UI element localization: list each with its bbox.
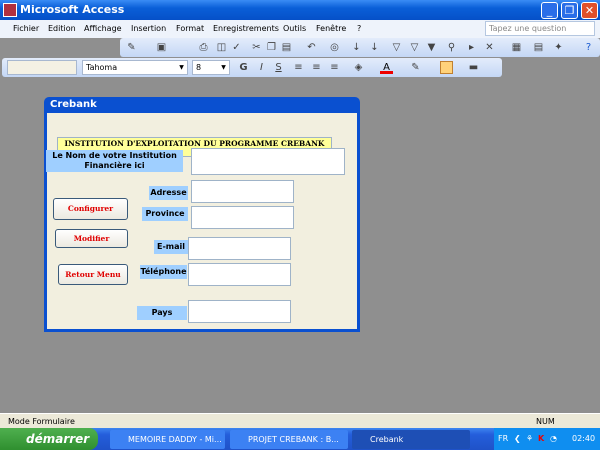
- properties-icon[interactable]: ▦: [510, 41, 523, 54]
- database-toolbar: ✎ ▣ ⎙ ◫ ✓ ✂ ❐ ▤ ↶ ◎ ↓ ↓ ▽ ▽ ▼ ⚲ ▸ ✕ ▦ ▤ …: [120, 38, 600, 57]
- fill-color-icon[interactable]: ◈: [352, 61, 365, 74]
- filter-form-icon[interactable]: ▽: [408, 41, 421, 54]
- sort-desc-icon[interactable]: ↓: [368, 41, 381, 54]
- spelling-icon[interactable]: ✓: [230, 41, 243, 54]
- line-width-icon[interactable]: ▬: [467, 61, 480, 74]
- database-window-icon[interactable]: ▤: [532, 41, 545, 54]
- status-num: NUM: [536, 417, 555, 426]
- copy-icon[interactable]: ❐: [265, 41, 278, 54]
- window-title: Microsoft Access: [20, 3, 125, 16]
- font-value: Tahoma: [86, 63, 118, 72]
- menu-fichier[interactable]: Fichier: [13, 20, 39, 38]
- menu-fenetre[interactable]: Fenêtre: [316, 20, 346, 38]
- object-select[interactable]: [7, 60, 77, 75]
- new-object-icon[interactable]: ✦: [552, 41, 565, 54]
- clock: 02:40: [572, 434, 596, 443]
- border-style-icon[interactable]: [440, 61, 453, 74]
- volume-icon: ◔: [550, 434, 557, 443]
- label-telephone: Téléphone: [140, 265, 187, 279]
- crebank-form-window: Crebank INSTITUTION D'EXPLOITATION DU PR…: [44, 97, 360, 332]
- cut-icon[interactable]: ✂: [250, 41, 263, 54]
- undo-icon[interactable]: ↶: [305, 41, 318, 54]
- italic-button[interactable]: I: [255, 61, 268, 74]
- modifier-button[interactable]: Modifier: [55, 229, 128, 248]
- label-adresse: Adresse: [149, 186, 188, 200]
- font-size-value: 8: [196, 63, 202, 72]
- menu-outils[interactable]: Outils: [283, 20, 306, 38]
- nom-institution-field[interactable]: [191, 148, 345, 175]
- menu-help[interactable]: ?: [357, 20, 361, 38]
- task-crebank[interactable]: Crebank: [352, 430, 470, 449]
- pays-field[interactable]: [188, 300, 291, 323]
- adresse-field[interactable]: [191, 180, 294, 203]
- antivirus-icon: K: [538, 434, 545, 443]
- filter-selection-icon[interactable]: ▽: [390, 41, 403, 54]
- delete-record-icon[interactable]: ✕: [483, 41, 496, 54]
- configurer-button[interactable]: Configurer: [53, 198, 128, 220]
- network-icon: ⚘: [526, 434, 534, 443]
- form-title: Crebank: [50, 99, 97, 110]
- menu-insertion[interactable]: Insertion: [131, 20, 166, 38]
- align-right-icon[interactable]: ≡: [328, 61, 341, 74]
- print-icon[interactable]: ⎙: [197, 41, 210, 54]
- apply-filter-icon[interactable]: ▼: [425, 41, 438, 54]
- task-memoire-daddy[interactable]: MEMOIRE DADDY - Mi...: [110, 430, 225, 449]
- font-size-select[interactable]: 8 ▼: [192, 60, 230, 75]
- help-question-input[interactable]: Tapez une question: [485, 21, 595, 36]
- font-color-icon[interactable]: A: [380, 61, 393, 74]
- province-field[interactable]: [191, 206, 294, 229]
- status-bar: Mode Formulaire NUM: [0, 413, 600, 428]
- label-province: Province: [142, 207, 188, 221]
- restore-button[interactable]: ❐: [561, 2, 578, 19]
- font-select[interactable]: Tahoma ▼: [82, 60, 188, 75]
- menu-format[interactable]: Format: [176, 20, 204, 38]
- new-record-icon[interactable]: ▸: [465, 41, 478, 54]
- formatting-toolbar: Tahoma ▼ 8 ▼ G I S ≡ ≡ ≡ ◈ A ✎ ▬: [2, 58, 502, 77]
- chevron-down-icon: ▼: [179, 64, 184, 71]
- paste-icon[interactable]: ▤: [280, 41, 293, 54]
- find-icon[interactable]: ⚲: [445, 41, 458, 54]
- label-email: E-mail: [154, 240, 188, 254]
- label-pays: Pays: [137, 306, 187, 320]
- align-left-icon[interactable]: ≡: [292, 61, 305, 74]
- telephone-field[interactable]: [188, 263, 291, 286]
- help-icon[interactable]: ?: [582, 41, 595, 54]
- task-projet-crebank[interactable]: PROJET CREBANK : B...: [230, 430, 348, 449]
- menu-affichage[interactable]: Affichage: [84, 20, 122, 38]
- menu-edition[interactable]: Edition: [48, 20, 76, 38]
- view-icon[interactable]: ✎: [125, 41, 138, 54]
- save-icon[interactable]: ▣: [155, 41, 168, 54]
- line-color-icon[interactable]: ✎: [409, 61, 422, 74]
- label-nom-institution: Le Nom de votre Institution Financière i…: [46, 150, 183, 172]
- align-center-icon[interactable]: ≡: [310, 61, 323, 74]
- bold-button[interactable]: G: [237, 61, 250, 74]
- taskbar: démarrer MEMOIRE DADDY - Mi... PROJET CR…: [0, 428, 600, 450]
- sort-asc-icon[interactable]: ↓: [350, 41, 363, 54]
- tray-expand-icon[interactable]: ❮: [514, 428, 521, 450]
- title-bar: Microsoft Access: [0, 0, 600, 20]
- hyperlink-icon[interactable]: ◎: [328, 41, 341, 54]
- system-tray: FR ❮ ⚘ K ◔ 02:40: [494, 428, 600, 450]
- minimize-button[interactable]: _: [541, 2, 558, 19]
- underline-button[interactable]: S: [272, 61, 285, 74]
- print-preview-icon[interactable]: ◫: [215, 41, 228, 54]
- access-app-icon: [3, 3, 17, 17]
- retour-menu-button[interactable]: Retour Menu: [58, 264, 128, 285]
- status-mode: Mode Formulaire: [8, 417, 75, 426]
- language-indicator[interactable]: FR: [498, 428, 508, 450]
- form-body: INSTITUTION D'EXPLOITATION DU PROGRAMME …: [46, 113, 357, 329]
- start-button[interactable]: démarrer: [0, 428, 98, 450]
- chevron-down-icon: ▼: [221, 64, 226, 71]
- email-field[interactable]: [188, 237, 291, 260]
- menu-enregistrements[interactable]: Enregistrements: [213, 20, 279, 38]
- close-button[interactable]: ✕: [581, 2, 598, 19]
